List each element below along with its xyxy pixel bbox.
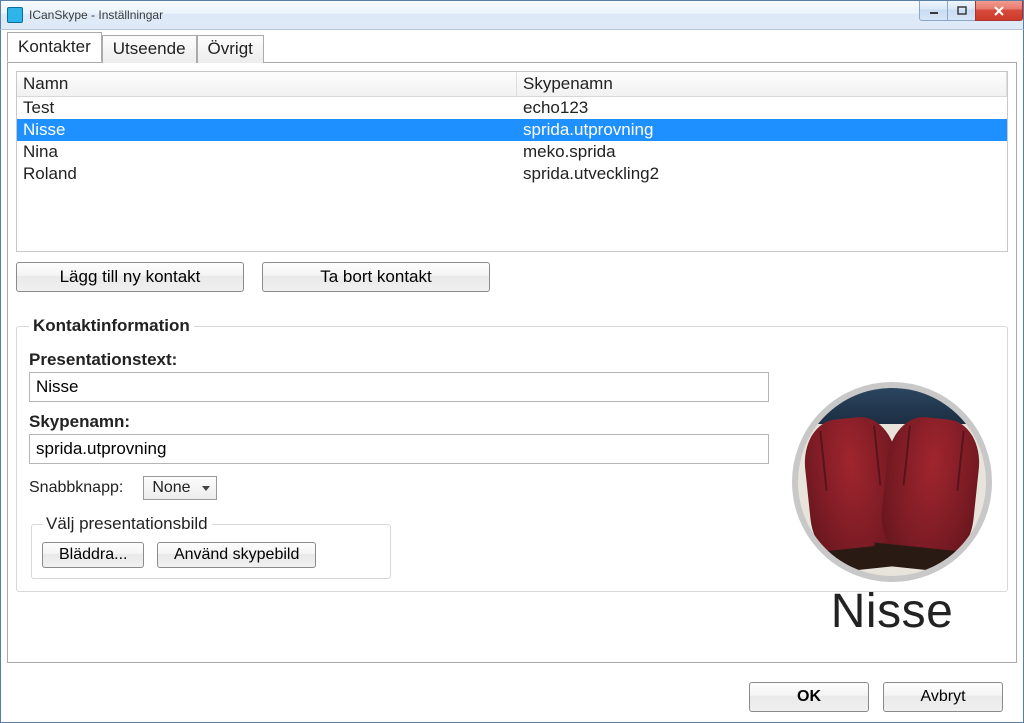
hotkey-label: Snabbknapp:	[29, 479, 123, 497]
presentation-input[interactable]	[29, 372, 769, 402]
titlebar: ICanSkype - Inställningar	[0, 0, 1024, 30]
avatar-area: Nisse	[787, 382, 997, 639]
tab-appearance[interactable]: Utseende	[102, 35, 197, 63]
column-header-name[interactable]: Namn	[17, 72, 517, 96]
client-area: Kontakter Utseende Övrigt Namn Skypenamn…	[0, 30, 1024, 723]
cell-name: Nina	[17, 141, 517, 163]
cell-name: Test	[17, 97, 517, 119]
tab-contacts[interactable]: Kontakter	[7, 32, 102, 62]
use-skype-image-button[interactable]: Använd skypebild	[157, 542, 316, 568]
close-button[interactable]	[975, 1, 1023, 21]
window-buttons	[920, 1, 1023, 21]
table-button-row: Lägg till ny kontakt Ta bort kontakt	[16, 262, 1008, 292]
table-row[interactable]: Rolandsprida.utveckling2	[17, 163, 1007, 185]
column-header-skypename[interactable]: Skypenamn	[517, 72, 1007, 96]
dialog-footer: OK Avbryt	[749, 682, 1003, 712]
cell-name: Nisse	[17, 119, 517, 141]
browse-button[interactable]: Bläddra...	[42, 542, 144, 568]
minimize-button[interactable]	[919, 1, 948, 21]
skypename-input[interactable]	[29, 434, 769, 464]
window-title: ICanSkype - Inställningar	[29, 8, 163, 22]
tab-other[interactable]: Övrigt	[197, 35, 264, 63]
choose-image-legend: Välj presentationsbild	[42, 514, 212, 534]
maximize-button[interactable]	[947, 1, 976, 21]
avatar-name: Nisse	[787, 584, 997, 639]
cell-name: Roland	[17, 163, 517, 185]
contacts-table: Namn Skypenamn Testecho123Nissesprida.ut…	[16, 71, 1008, 252]
ok-button[interactable]: OK	[749, 682, 869, 712]
table-row[interactable]: Testecho123	[17, 97, 1007, 119]
app-icon	[7, 7, 23, 23]
hotkey-combo[interactable]: None	[143, 476, 217, 500]
cell-skypename: sprida.utveckling2	[517, 163, 1007, 185]
table-body: Testecho123Nissesprida.utprovningNinamek…	[17, 97, 1007, 251]
avatar-image	[792, 382, 992, 582]
close-icon	[993, 6, 1005, 16]
tab-strip: Kontakter Utseende Övrigt	[7, 34, 1017, 63]
table-row[interactable]: Ninameko.sprida	[17, 141, 1007, 163]
cell-skypename: echo123	[517, 97, 1007, 119]
minimize-icon	[929, 7, 939, 15]
add-contact-button[interactable]: Lägg till ny kontakt	[16, 262, 244, 292]
hotkey-value: None	[152, 479, 190, 496]
cell-skypename: sprida.utprovning	[517, 119, 1007, 141]
maximize-icon	[957, 6, 967, 15]
cancel-button[interactable]: Avbryt	[883, 682, 1003, 712]
table-row[interactable]: Nissesprida.utprovning	[17, 119, 1007, 141]
choose-image-group: Välj presentationsbild Bläddra... Använd…	[31, 514, 391, 579]
cell-skypename: meko.sprida	[517, 141, 1007, 163]
contact-info-legend: Kontaktinformation	[29, 316, 194, 336]
remove-contact-button[interactable]: Ta bort kontakt	[262, 262, 490, 292]
presentation-label: Presentationstext:	[29, 350, 995, 370]
table-header: Namn Skypenamn	[17, 72, 1007, 97]
